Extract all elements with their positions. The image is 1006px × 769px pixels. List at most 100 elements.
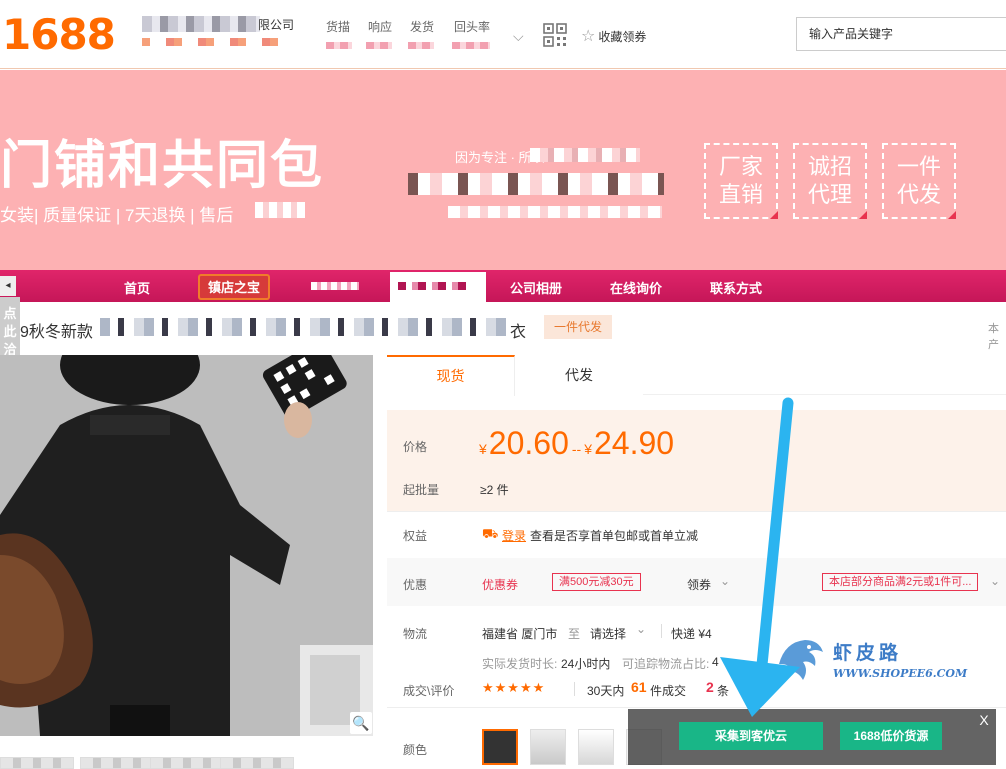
metric-desc-label: 货描: [326, 20, 351, 34]
banner-subtitle: 女装| 质量保证 | 7天退换 | 售后: [0, 206, 234, 225]
rights-label: 权益: [403, 529, 428, 543]
metric-repurchase-value: [452, 42, 490, 49]
search-input[interactable]: [796, 17, 1006, 51]
tab-in-stock[interactable]: 现货: [387, 355, 515, 396]
color-label: 颜色: [403, 743, 428, 757]
site-logo[interactable]: 1688: [2, 10, 116, 59]
divider: [387, 707, 1006, 708]
rating-stars: ★★★★★: [482, 680, 546, 695]
price-low: 20.60: [488, 425, 569, 461]
close-icon[interactable]: X: [976, 712, 992, 730]
divider: [387, 511, 1006, 512]
thumbnail-3[interactable]: [150, 757, 224, 769]
sales-period: 30天内: [587, 684, 625, 698]
review-count-suffix: 条: [717, 684, 730, 698]
metric-shipping-label: 发货: [410, 20, 435, 34]
chevron-down-icon[interactable]: ⌵: [513, 28, 524, 45]
currency-symbol: ¥: [584, 441, 592, 457]
review-count[interactable]: 2: [706, 679, 714, 695]
watermark-url: WWW.SHOPEE6.COM: [833, 667, 968, 680]
sales-count: 61: [631, 679, 647, 695]
favorite-coupon-link[interactable]: ☆ 收藏领券: [581, 26, 646, 46]
shop-nav-bar: [0, 270, 1006, 302]
dragon-logo-icon: [779, 640, 823, 680]
nav-shop-treasure[interactable]: 镇店之宝: [198, 274, 271, 300]
thumbnail-4[interactable]: [220, 757, 294, 769]
chevron-down-icon[interactable]: ⌄: [720, 574, 730, 588]
price-range: ¥ 20.60 -- ¥ 24.90: [479, 425, 674, 462]
model-photo-illustration: [0, 355, 373, 736]
coupon-500-minus-30[interactable]: 满500元减30元: [552, 573, 641, 591]
product-main-image[interactable]: [0, 355, 373, 736]
shop-banner: 门铺和共同包 女装| 质量保证 | 7天退换 | 售后 因为专注 · 所以 厂家…: [0, 70, 1006, 270]
badge-dropship: 一件代发: [882, 143, 956, 219]
price-high: 24.90: [594, 425, 675, 461]
badge-factory-direct: 厂家直销: [704, 143, 778, 219]
banner-redacted-contact: [408, 173, 664, 195]
collapse-left-icon[interactable]: ◂: [0, 276, 16, 296]
ship-time-value: 24小时内: [561, 657, 611, 671]
truck-icon: ⛟: [482, 526, 499, 541]
metric-desc-value: [326, 42, 352, 49]
nav-item-active-redacted: [398, 282, 470, 290]
destination-select[interactable]: 请选择: [590, 625, 626, 642]
get-coupon-link[interactable]: 领券: [687, 576, 711, 593]
thumbnail-1[interactable]: [0, 757, 74, 769]
metric-response-label: 响应: [368, 20, 393, 34]
currency-symbol: ¥: [479, 441, 487, 457]
badge-recruit-agent-label: 诚招代理: [807, 154, 852, 207]
banner-redacted-slogan: [530, 148, 640, 162]
collect-to-keyouyun-button[interactable]: 采集到客优云: [679, 722, 823, 750]
zoom-icon[interactable]: 🔍: [350, 712, 372, 734]
express-fee: 快递 ¥4: [671, 627, 712, 641]
metric-shipping-value: [408, 42, 434, 49]
metric-repurchase-label: 回头率: [454, 20, 491, 34]
nav-contact[interactable]: 联系方式: [710, 278, 762, 297]
badge-factory-direct-label: 厂家直销: [718, 154, 763, 207]
right-edge-text: 本产: [988, 323, 999, 351]
ship-origin: 福建省 厦门市: [482, 627, 558, 641]
shop-name-suffix: 限公司: [258, 18, 295, 32]
metric-response-value: [366, 42, 392, 49]
badge-recruit-agent: 诚招代理: [793, 143, 867, 219]
ship-to-label: 至: [568, 627, 581, 641]
low-price-source-button[interactable]: 1688低价货源: [840, 722, 942, 750]
login-link[interactable]: 登录: [502, 527, 526, 544]
trace-ratio-value: 4: [712, 655, 719, 669]
nav-company-album[interactable]: 公司相册: [510, 278, 562, 297]
price-separator: --: [571, 441, 582, 457]
watermark-brand: 虾皮路: [833, 643, 903, 664]
product-title-prefix: 9秋冬新款: [20, 324, 93, 341]
product-title-suffix: 衣: [510, 324, 527, 341]
banner-redacted-detail: [448, 206, 662, 218]
color-swatch-black[interactable]: [482, 729, 518, 765]
coupon-label: 优惠券: [482, 578, 519, 592]
favorite-label: 收藏领券: [598, 29, 647, 44]
color-swatch-2[interactable]: [530, 729, 566, 765]
tab-dropship[interactable]: 代发: [515, 355, 643, 395]
trace-ratio-label: 可追踪物流占比:: [622, 657, 710, 671]
sales-review-label: 成交\评价: [403, 684, 455, 698]
nav-item-redacted[interactable]: [311, 282, 359, 290]
rights-text: 查看是否享首单包邮或首单立减: [530, 529, 699, 543]
banner-redacted-text: [255, 202, 305, 218]
nav-home[interactable]: 首页: [124, 278, 150, 297]
dropship-tag: 一件代发: [544, 315, 613, 339]
discount-label: 优惠: [403, 578, 428, 592]
shop-promo-tag[interactable]: 本店部分商品满2元或1件可...: [822, 573, 979, 591]
product-title-redacted: [100, 318, 510, 336]
moq-label: 起批量: [403, 483, 440, 497]
banner-title: 门铺和共同包: [0, 136, 325, 196]
divider: [661, 624, 662, 638]
color-swatch-3[interactable]: [578, 729, 614, 765]
thumbnail-2[interactable]: [80, 757, 154, 769]
badge-dropship-label: 一件代发: [896, 154, 941, 207]
shop-tags-redacted: [142, 38, 280, 46]
ship-time-label: 实际发货时长:: [482, 657, 558, 671]
chevron-down-icon[interactable]: ⌄: [636, 622, 646, 636]
chevron-down-icon[interactable]: ⌄: [990, 574, 1000, 588]
shop-name-redacted[interactable]: [142, 16, 260, 32]
qr-code-icon[interactable]: [543, 23, 567, 47]
sales-suffix: 件成交: [650, 684, 687, 698]
nav-online-inquiry[interactable]: 在线询价: [610, 278, 662, 297]
